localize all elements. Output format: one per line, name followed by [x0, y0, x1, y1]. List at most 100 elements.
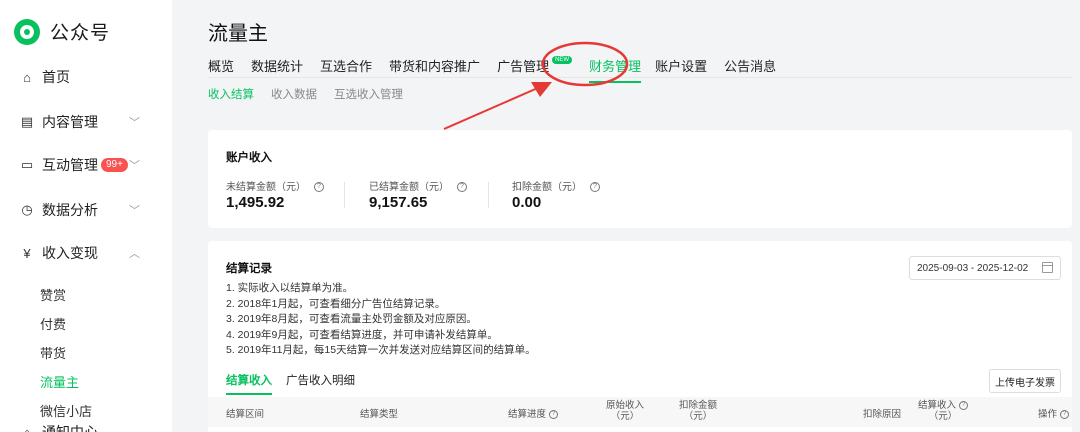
help-icon[interactable]: ? — [314, 182, 324, 193]
metric-label-text: 扣除金额（元） — [512, 182, 582, 193]
sidebar-item-monetization[interactable]: ¥ 收入变现 ︿ — [20, 243, 150, 263]
metric-label-text: 未结算金额（元） — [226, 182, 306, 193]
col-reason: 扣除原因 — [863, 409, 902, 420]
page-title: 流量主 — [208, 23, 268, 45]
account-income-title: 账户收入 — [226, 152, 272, 164]
subtab-income-data[interactable]: 收入数据 — [271, 86, 317, 102]
sidebar-item-label: 首页 — [42, 69, 70, 85]
sidebar-item-label: 收入变现 — [42, 245, 98, 261]
tabs-divider — [208, 77, 1072, 78]
yen-icon: ¥ — [23, 245, 31, 261]
chat-icon: ▭ — [20, 157, 34, 172]
sidebar-subitem-wechat-store[interactable]: 微信小店 — [40, 401, 92, 420]
logo[interactable]: 公众号 — [14, 18, 110, 45]
tab-announcements[interactable]: 公告消息 — [724, 56, 776, 75]
app-name: 公众号 — [50, 23, 111, 44]
subtab-income-settlement[interactable]: 收入结算 — [208, 86, 254, 102]
wechat-official-logo-icon — [14, 18, 40, 45]
divider — [488, 182, 489, 208]
tab-statistics[interactable]: 数据统计 — [251, 56, 303, 75]
metric-label: 已结算金额（元）? — [369, 178, 467, 193]
col-unit: （元） — [610, 411, 640, 422]
calendar-icon — [1042, 262, 1053, 273]
date-range-value: 2025-09-03 - 2025-12-02 — [917, 262, 1029, 274]
note-line: 5. 2019年11月起，每15天结算一次并发送对应结算区间的结算单。 — [226, 344, 536, 356]
col-unit: （元） — [928, 411, 958, 422]
tab-commerce-promotion[interactable]: 带货和内容推广 — [389, 56, 480, 75]
sidebar-subitem-commerce[interactable]: 带货 — [40, 343, 66, 362]
sub-tabs: 收入结算 收入数据 互选收入管理 — [208, 86, 420, 102]
sidebar-subitem-paid[interactable]: 付费 — [40, 314, 66, 333]
main-tabs: 概览 数据统计 互选合作 带货和内容推广 广告管理 NEW 财务管理 账户设置 公… — [208, 56, 793, 83]
col-original: 原始收入 （元） — [606, 400, 644, 422]
tab-finance[interactable]: 财务管理 — [589, 56, 642, 83]
new-badge: NEW — [552, 56, 573, 64]
sidebar-item-notifications[interactable]: ⌂ 通知中心 — [20, 422, 150, 432]
tab-ad-management[interactable]: 广告管理 NEW — [497, 56, 573, 75]
unsettled-amount: 1,495.92 — [226, 194, 285, 211]
col-deduct: 扣除金额 （元） — [679, 400, 717, 422]
date-range-picker[interactable]: 2025-09-03 - 2025-12-02 — [909, 256, 1061, 280]
sidebar-item-home[interactable]: ⌂ 首页 — [20, 67, 150, 87]
account-income-card: 账户收入 未结算金额（元）? 1,495.92 已结算金额（元）? 9,157.… — [208, 130, 1072, 228]
settled-amount: 9,157.65 — [369, 194, 428, 211]
tab-ad-income-detail[interactable]: 广告收入明细 — [286, 372, 355, 388]
col-action: 操作? — [1038, 406, 1070, 420]
note-line: 1. 实际收入以结算单为准。 — [226, 282, 354, 294]
col-type: 结算类型 — [360, 409, 399, 420]
sidebar-subitem-appreciation[interactable]: 赞赏 — [40, 285, 66, 304]
metric-label: 未结算金额（元）? — [226, 178, 324, 193]
annotation-arrow-line — [443, 86, 541, 130]
settlement-title: 结算记录 — [226, 263, 272, 275]
clock-icon: ◷ — [21, 202, 33, 217]
help-icon[interactable]: ? — [549, 409, 559, 419]
col-label: 结算收入 — [918, 400, 957, 411]
tab-account-settings[interactable]: 账户设置 — [655, 56, 707, 75]
sidebar-item-label: 数据分析 — [42, 202, 98, 218]
chevron-down-icon: ﹀ — [129, 117, 140, 129]
col-label: 原始收入 — [606, 400, 645, 411]
note-line: 2. 2018年1月起，可查看细分广告位结算记录。 — [226, 297, 446, 310]
col-label: 结算进度 — [508, 409, 547, 420]
document-icon: ▤ — [20, 114, 34, 129]
chevron-up-icon: ︿ — [129, 248, 140, 260]
tab-settlement-income[interactable]: 结算收入 — [226, 372, 272, 395]
metric-label: 扣除金额（元）? — [512, 178, 600, 193]
divider — [344, 182, 345, 208]
metric-label-text: 已结算金额（元） — [369, 182, 449, 193]
help-icon[interactable]: ? — [1060, 409, 1070, 419]
col-unit: （元） — [683, 411, 713, 422]
home-icon: ⌂ — [23, 69, 31, 85]
help-icon[interactable]: ? — [457, 182, 467, 193]
sidebar: 公众号 ⌂ 首页 ▤ 内容管理 ﹀ ▭ 互动管理 99+ ﹀ ◷ 数据分析 ﹀ … — [0, 0, 172, 432]
help-icon[interactable]: ? — [959, 400, 969, 410]
col-period: 结算区间 — [226, 409, 265, 420]
sidebar-item-label: 内容管理 — [42, 114, 98, 130]
sidebar-item-analytics[interactable]: ◷ 数据分析 ﹀ — [20, 200, 150, 220]
tab-overview[interactable]: 概览 — [208, 56, 234, 75]
upload-invoice-button[interactable]: 上传电子发票 — [989, 369, 1061, 393]
col-income: 结算收入? （元） — [918, 400, 969, 422]
notification-badge: 99+ — [101, 158, 128, 172]
sidebar-item-label: 通知中心 — [42, 424, 98, 432]
chevron-down-icon: ﹀ — [129, 205, 140, 217]
note-line: 3. 2019年8月起，可查看流量主处罚金额及对应原因。 — [226, 313, 477, 325]
help-icon[interactable]: ? — [590, 182, 600, 193]
sidebar-item-content[interactable]: ▤ 内容管理 ﹀ — [20, 112, 150, 132]
chevron-down-icon: ﹀ — [129, 160, 140, 172]
sidebar-item-interaction[interactable]: ▭ 互动管理 99+ ﹀ — [20, 155, 150, 175]
deducted-amount: 0.00 — [512, 194, 542, 211]
subtab-mutual-income[interactable]: 互选收入管理 — [334, 86, 403, 102]
table-header: 结算区间 结算类型 结算进度? 原始收入 （元） 扣除金额 （元） 扣除原因 结算收… — [208, 397, 1072, 427]
settlement-notes: 1. 实际收入以结算单为准。 2. 2018年1月起，可查看细分广告位结算记录。… — [226, 281, 536, 359]
tab-label: 广告管理 — [497, 59, 550, 74]
sidebar-subitem-traffic-owner[interactable]: 流量主 — [40, 372, 79, 391]
col-label: 操作 — [1038, 409, 1058, 420]
col-label: 扣除金额 — [679, 400, 718, 411]
settlement-records-card: 结算记录 2025-09-03 - 2025-12-02 1. 实际收入以结算单… — [208, 241, 1072, 432]
annotation-arrow-head — [531, 82, 552, 97]
col-progress: 结算进度? — [508, 406, 559, 420]
tab-mutual-selection[interactable]: 互选合作 — [320, 56, 372, 75]
settlement-tabs: 结算收入 广告收入明细 — [226, 372, 369, 395]
note-line: 4. 2019年9月起，可查看结算进度，并可申请补发结算单。 — [226, 328, 498, 341]
